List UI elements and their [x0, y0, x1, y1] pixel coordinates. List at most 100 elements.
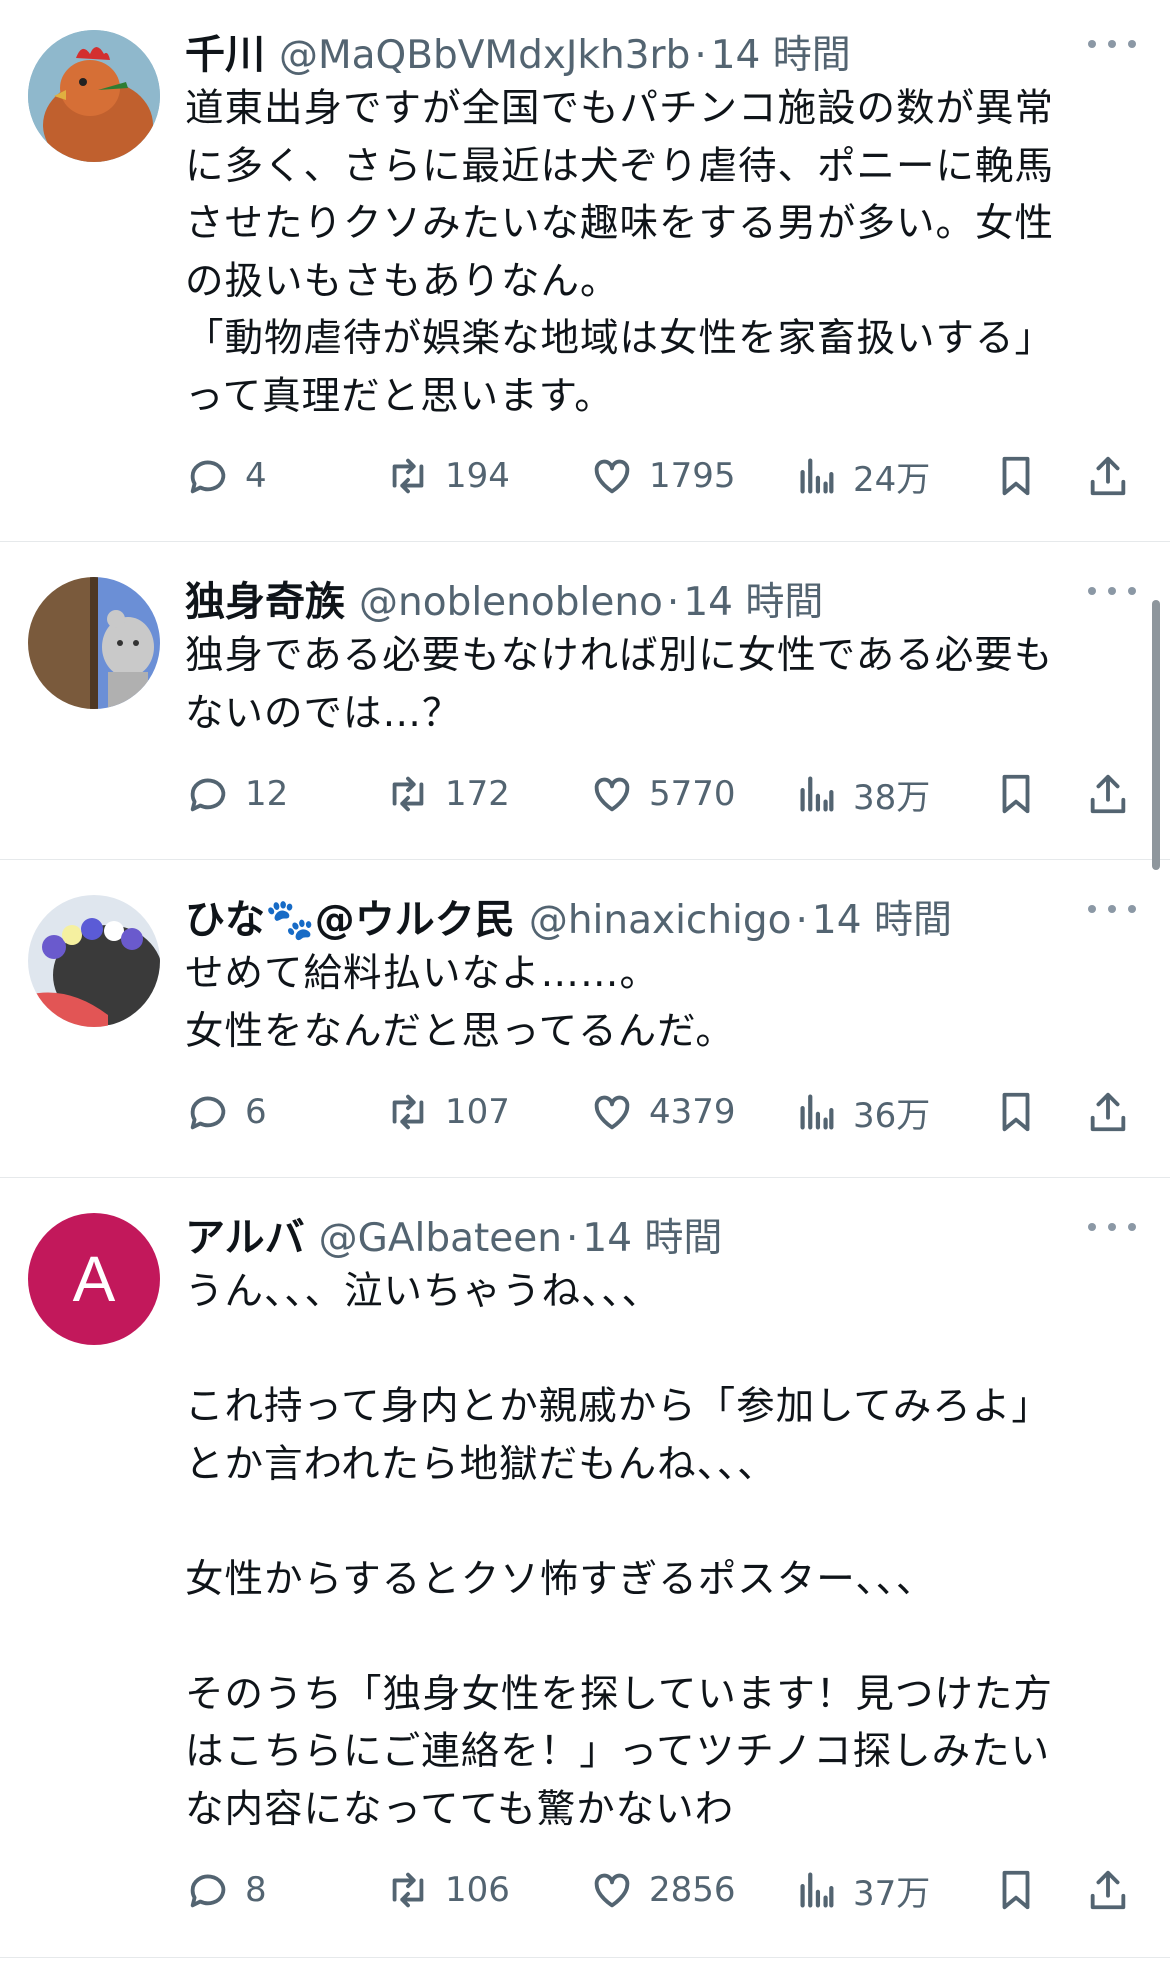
share-button[interactable] — [1085, 1086, 1131, 1138]
user-handle[interactable]: @MaQBbVMdxJkh3rb — [279, 33, 690, 78]
avatar[interactable] — [28, 30, 160, 162]
reply-icon — [190, 1096, 226, 1130]
retweet-icon — [392, 1872, 424, 1908]
tweet[interactable]: A アルバ @GAlbateen · 14 時間 うん、、、泣いちゃうね、、、 これ持… — [0, 1178, 1170, 1958]
tweet[interactable]: 独身奇族 @noblenobleno · 14 時間 独身である必要もなければ別に女性… — [0, 542, 1170, 860]
reply-count: 8 — [245, 1870, 267, 1910]
separator-dot: · — [795, 898, 808, 943]
user-handle[interactable]: @noblenobleno — [359, 580, 663, 625]
timestamp[interactable]: 14 時間 — [711, 33, 851, 78]
view-count: 24万 — [853, 459, 931, 500]
like-count: 1795 — [649, 456, 736, 496]
more-icon[interactable] — [1088, 571, 1136, 611]
reply-button[interactable]: 12 — [185, 768, 288, 820]
share-button[interactable] — [1085, 768, 1131, 820]
views-button[interactable]: 24万 — [793, 450, 930, 502]
retweet-button[interactable]: 194 — [385, 450, 510, 502]
tweet-header: アルバ @GAlbateen · 14 時間 — [185, 1205, 1170, 1261]
tweet-text: 道東出身ですが全国でもパチンコ施設の数が異常 に多く、さらに最近は犬ぞり虐待、ポ… — [185, 86, 1055, 419]
avatar[interactable] — [28, 577, 160, 709]
tweet-actions: 8 106 2856 37万 — [185, 1864, 1170, 1916]
share-icon — [1090, 1870, 1126, 1910]
retweet-icon — [392, 1094, 424, 1130]
reply-icon — [190, 1874, 226, 1908]
reply-count: 4 — [245, 456, 267, 496]
display-name[interactable]: 独身奇族 — [185, 579, 345, 625]
display-name[interactable]: 千川 — [185, 32, 265, 78]
bookmark-button[interactable] — [993, 1864, 1039, 1916]
retweet-button[interactable]: 106 — [385, 1864, 510, 1916]
tweet-text: うん、、、泣いちゃうね、、、 これ持って身内とか親戚から「参加してみろよ」 とか… — [185, 1269, 1053, 1832]
tweet-text: せめて給料払いなよ……。 女性をなんだと思ってるんだ。 — [185, 951, 735, 1054]
scrollbar[interactable] — [1152, 600, 1160, 870]
more-icon[interactable] — [1088, 24, 1136, 64]
view-count: 36万 — [853, 1095, 931, 1136]
tweet-text: 独身である必要もなければ別に女性である必要も ないのでは…？ — [185, 633, 1054, 736]
timestamp[interactable]: 14 時間 — [683, 580, 823, 625]
views-button[interactable]: 37万 — [793, 1864, 930, 1916]
retweet-button[interactable]: 172 — [385, 768, 510, 820]
separator-dot: · — [666, 580, 680, 625]
views-icon — [800, 1872, 834, 1908]
like-count: 4379 — [649, 1092, 736, 1132]
heart-icon — [594, 777, 630, 812]
share-icon — [1090, 456, 1126, 496]
like-button[interactable]: 5770 — [589, 768, 736, 820]
reply-icon — [190, 778, 226, 812]
more-icon[interactable] — [1088, 889, 1136, 929]
tweet-actions: 4 194 1795 24万 — [185, 450, 1170, 502]
retweet-count: 107 — [445, 1092, 510, 1132]
reply-icon — [190, 460, 226, 494]
avatar[interactable]: A — [28, 1213, 160, 1345]
tweet[interactable]: 千川 @MaQBbVMdxJkh3rb · 14 時間 道東出身ですが全国でもパチンコ… — [0, 0, 1170, 542]
share-icon — [1090, 1092, 1126, 1132]
display-name[interactable]: ひな🐾@ウルク民 — [185, 897, 515, 943]
retweet-icon — [392, 776, 424, 812]
views-button[interactable]: 38万 — [793, 768, 930, 820]
heart-icon — [594, 1873, 630, 1908]
more-icon[interactable] — [1088, 1207, 1136, 1247]
tweet[interactable]: ひな🐾@ウルク民 @hinaxichigo · 14 時間 せめて給料払いなよ……。 … — [0, 860, 1170, 1178]
view-count: 38万 — [853, 777, 931, 818]
heart-icon — [594, 1095, 630, 1130]
like-count: 5770 — [649, 774, 736, 814]
tweet-header: ひな🐾@ウルク民 @hinaxichigo · 14 時間 — [185, 887, 1170, 943]
share-icon — [1090, 774, 1126, 814]
like-count: 2856 — [649, 1870, 736, 1910]
bookmark-button[interactable] — [993, 1086, 1039, 1138]
views-icon — [800, 1094, 834, 1130]
like-button[interactable]: 4379 — [589, 1086, 736, 1138]
user-handle[interactable]: @GAlbateen — [319, 1216, 562, 1261]
user-handle[interactable]: @hinaxichigo — [529, 898, 792, 943]
display-name[interactable]: アルバ — [185, 1215, 305, 1261]
share-button[interactable] — [1085, 1864, 1131, 1916]
retweet-button[interactable]: 107 — [385, 1086, 510, 1138]
bookmark-icon — [1002, 456, 1030, 496]
retweet-count: 172 — [445, 774, 510, 814]
reply-button[interactable]: 4 — [185, 450, 267, 502]
timestamp[interactable]: 14 時間 — [812, 898, 952, 943]
separator-dot: · — [566, 1216, 579, 1261]
avatar[interactable] — [28, 895, 160, 1027]
views-button[interactable]: 36万 — [793, 1086, 930, 1138]
retweet-icon — [392, 458, 424, 494]
bookmark-button[interactable] — [993, 768, 1039, 820]
heart-icon — [594, 459, 630, 494]
tweet-header: 独身奇族 @noblenobleno · 14 時間 — [185, 569, 1170, 625]
share-button[interactable] — [1085, 450, 1131, 502]
bookmark-icon — [1002, 774, 1030, 814]
like-button[interactable]: 2856 — [589, 1864, 736, 1916]
retweet-count: 106 — [445, 1870, 510, 1910]
separator-dot: · — [694, 33, 707, 78]
reply-count: 12 — [245, 774, 289, 814]
views-icon — [800, 458, 834, 494]
reply-count: 6 — [245, 1092, 267, 1132]
bookmark-button[interactable] — [993, 450, 1039, 502]
view-count: 37万 — [853, 1873, 931, 1914]
reply-button[interactable]: 6 — [185, 1086, 267, 1138]
reply-button[interactable]: 8 — [185, 1864, 267, 1916]
timestamp[interactable]: 14 時間 — [582, 1216, 722, 1261]
views-icon — [800, 776, 834, 812]
tweet-header: 千川 @MaQBbVMdxJkh3rb · 14 時間 — [185, 22, 1170, 78]
like-button[interactable]: 1795 — [589, 450, 736, 502]
